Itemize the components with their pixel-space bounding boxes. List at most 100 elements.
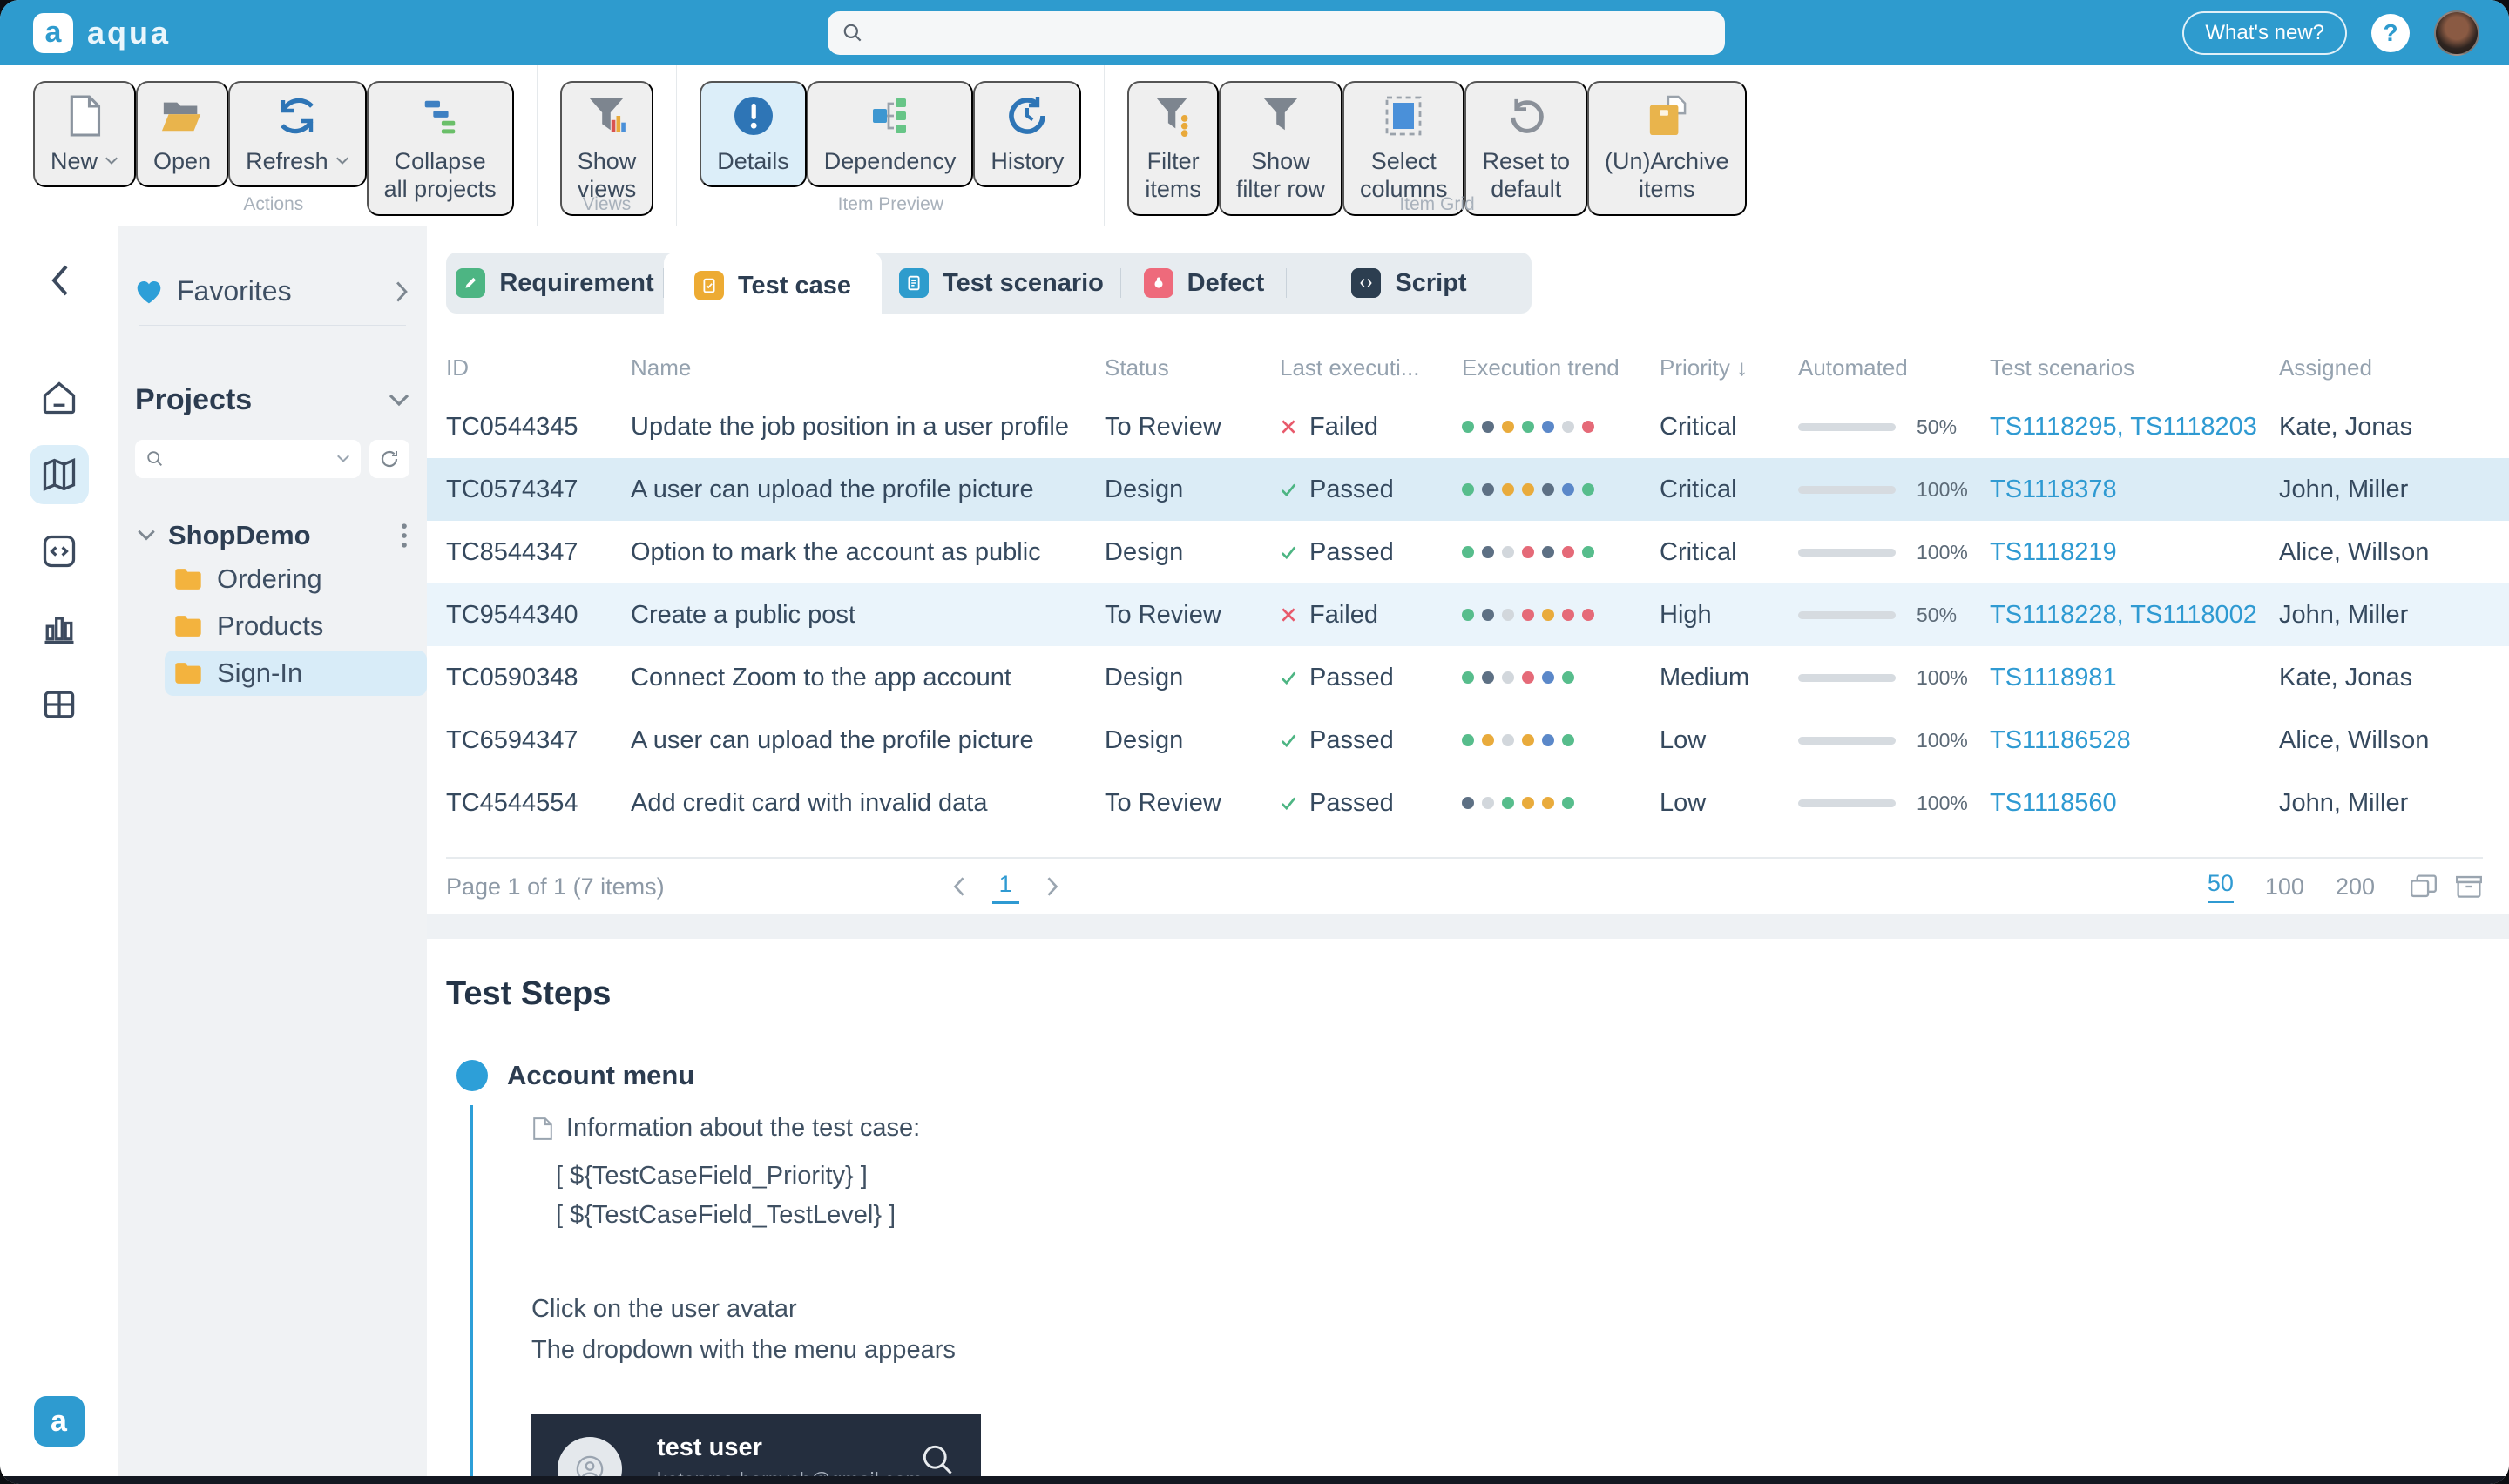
tab-test-scenario[interactable]: Test scenario	[882, 253, 1121, 314]
test-scenario-link[interactable]: TS1118981	[1990, 664, 2279, 692]
table-row[interactable]: TC4544554 Add credit card with invalid d…	[427, 772, 2509, 834]
reset-icon	[1506, 93, 1546, 138]
col-status[interactable]: Status	[1105, 354, 1280, 381]
test-scenario-link[interactable]: TS1118378	[1990, 476, 2279, 504]
rail-home-button[interactable]	[30, 368, 89, 428]
section-divider-band	[427, 914, 2509, 939]
help-button[interactable]: ?	[2371, 14, 2410, 52]
tab-label: Script	[1395, 269, 1466, 298]
col-last-execution[interactable]: Last executi...	[1280, 354, 1462, 381]
test-scenario-link[interactable]: TS1118295, TS1118203	[1990, 413, 2279, 442]
cell-priority: High	[1660, 601, 1798, 630]
projects-refresh-button[interactable]	[369, 440, 409, 478]
requirement-icon	[456, 268, 485, 298]
page-number[interactable]: 1	[992, 869, 1019, 904]
projects-search-input[interactable]	[173, 447, 321, 471]
execution-trend-dots	[1462, 483, 1660, 496]
cell-assigned: Kate, Jonas	[2279, 664, 2483, 692]
kebab-menu-icon[interactable]	[401, 523, 408, 549]
user-avatar[interactable]	[2434, 10, 2479, 56]
history-button[interactable]: History	[973, 81, 1081, 187]
test-scenario-link[interactable]: TS1118560	[1990, 789, 2279, 818]
archive-box-icon[interactable]	[2455, 874, 2483, 900]
details-icon	[733, 93, 774, 138]
tab-test-case[interactable]: Test case	[664, 253, 882, 319]
table-row[interactable]: TC0544345 Update the job position in a u…	[427, 395, 2509, 458]
cell-last-execution: Passed	[1309, 789, 1394, 818]
global-search-input[interactable]	[875, 20, 1694, 47]
chevron-right-icon	[394, 280, 409, 303]
projects-label: Projects	[135, 383, 252, 417]
next-page-icon[interactable]	[1045, 876, 1059, 897]
execution-result-icon	[1280, 732, 1297, 749]
new-button[interactable]: New	[33, 81, 136, 187]
cell-priority: Critical	[1660, 538, 1798, 567]
cell-last-execution: Failed	[1309, 601, 1378, 630]
table-row[interactable]: TC0590348 Connect Zoom to the app accoun…	[427, 646, 2509, 709]
page-size-100[interactable]: 100	[2265, 874, 2304, 901]
sort-desc-icon: ↓	[1736, 354, 1748, 381]
rail-scripts-button[interactable]	[30, 522, 89, 581]
refresh-icon	[276, 93, 318, 138]
test-scenario-link[interactable]: TS11186528	[1990, 726, 2279, 755]
table-row[interactable]: TC6594347 A user can upload the profile …	[427, 709, 2509, 772]
global-search[interactable]	[828, 11, 1725, 55]
collapse-sidebar-button[interactable]	[48, 263, 71, 302]
favorites-section[interactable]: Favorites	[135, 275, 409, 307]
prev-page-icon[interactable]	[952, 876, 966, 897]
tab-defect[interactable]: Defect	[1121, 253, 1287, 314]
test-scenario-link[interactable]: TS1118228, TS1118002	[1990, 601, 2279, 630]
cell-id: TC6594347	[446, 726, 631, 755]
page-size-50[interactable]: 50	[2208, 870, 2234, 903]
grid-icon	[40, 685, 78, 724]
cell-status: To Review	[1105, 413, 1280, 442]
folder-ordering[interactable]: Ordering	[165, 556, 409, 602]
heart-icon	[135, 279, 163, 305]
projects-search[interactable]	[135, 440, 361, 478]
copy-icon[interactable]	[2410, 874, 2438, 900]
tab-requirement[interactable]: Requirement	[446, 253, 664, 314]
step-variable: [ ${TestCaseField_TestLevel} ]	[556, 1196, 2483, 1235]
rail-boards-button[interactable]	[30, 675, 89, 734]
script-icon	[1351, 268, 1381, 298]
tab-label: Test scenario	[943, 269, 1104, 298]
cell-status: To Review	[1105, 789, 1280, 818]
col-assigned[interactable]: Assigned	[2279, 354, 2483, 381]
table-row[interactable]: TC8544347 Option to mark the account as …	[427, 521, 2509, 583]
rail-projects-button[interactable]	[30, 445, 89, 504]
folder-products[interactable]: Products	[165, 604, 409, 649]
chevron-down-icon	[389, 394, 409, 408]
col-id[interactable]: ID	[446, 354, 631, 381]
item-type-tabs: Requirement Test case Test scenario	[446, 253, 1532, 314]
cell-id: TC0590348	[446, 664, 631, 692]
col-automated[interactable]: Automated	[1798, 354, 1990, 381]
test-scenario-link[interactable]: TS1118219	[1990, 538, 2279, 567]
projects-section-header[interactable]: Projects	[135, 383, 409, 417]
col-name[interactable]: Name	[631, 354, 1105, 381]
history-icon	[1006, 93, 1048, 138]
col-priority[interactable]: Priority ↓	[1660, 354, 1798, 381]
group-caption: Actions	[10, 194, 537, 215]
whats-new-button[interactable]: What's new?	[2182, 11, 2347, 55]
tab-script[interactable]: Script	[1287, 253, 1532, 314]
table-row-highlighted[interactable]: TC9544340 Create a public post To Review…	[427, 583, 2509, 646]
details-button[interactable]: Details	[700, 81, 807, 187]
cell-status: Design	[1105, 664, 1280, 692]
logo-letter: a	[45, 16, 62, 50]
folder-sign-in[interactable]: Sign-In	[165, 651, 427, 696]
table-row-selected[interactable]: TC0574347 A user can upload the profile …	[427, 458, 2509, 521]
execution-trend-dots	[1462, 797, 1660, 809]
refresh-button[interactable]: Refresh	[228, 81, 367, 187]
dependency-button[interactable]: Dependency	[807, 81, 974, 187]
ribbon-toolbar: New Open Refresh Collapse	[0, 65, 2509, 226]
col-execution-trend[interactable]: Execution trend	[1462, 354, 1660, 381]
table-header: ID Name Status Last executi... Execution…	[446, 340, 2483, 395]
col-test-scenarios[interactable]: Test scenarios	[1990, 354, 2279, 381]
rail-reports-button[interactable]	[30, 598, 89, 658]
cell-id: TC0544345	[446, 413, 631, 442]
cell-name: Create a public post	[631, 601, 1105, 630]
open-button[interactable]: Open	[136, 81, 228, 187]
project-node-shopdemo[interactable]: ShopDemo	[135, 516, 409, 555]
cell-status: Design	[1105, 538, 1280, 567]
page-size-200[interactable]: 200	[2336, 874, 2375, 901]
